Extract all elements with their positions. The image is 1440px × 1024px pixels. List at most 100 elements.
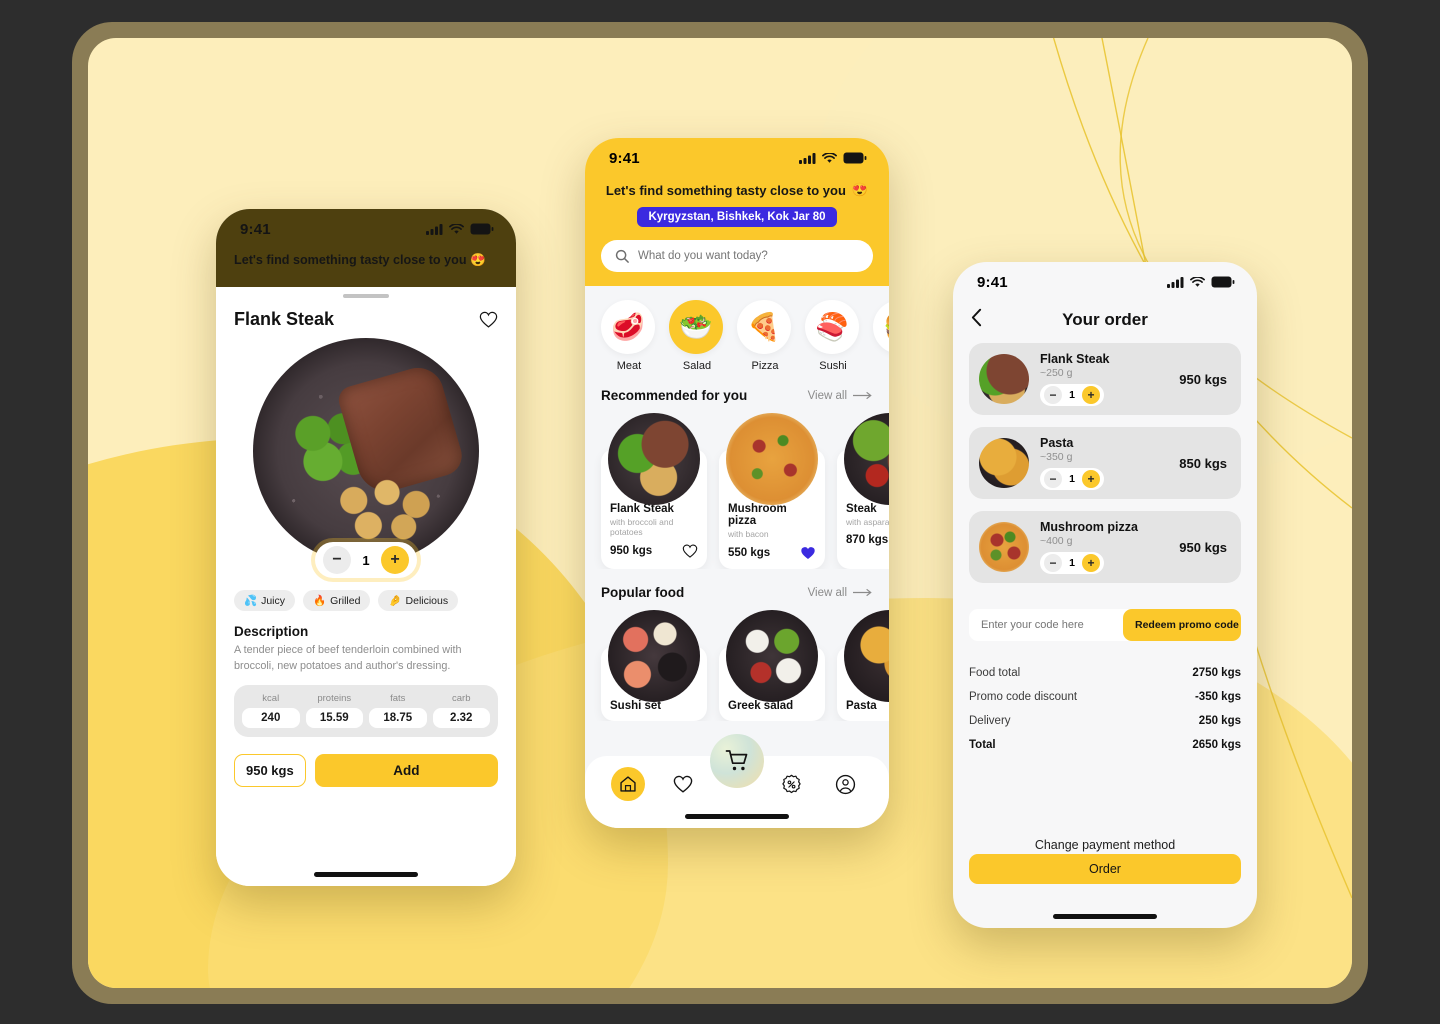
- category-label: Sushi: [819, 360, 847, 372]
- cart-fab-button[interactable]: [710, 734, 764, 788]
- greeting-label: Let's find something tasty close to you: [605, 182, 846, 198]
- pinched-fingers-emoji-icon: 🤌: [388, 595, 402, 607]
- greeting-label: Let's find something tasty close to you: [234, 253, 467, 267]
- increment-button[interactable]: +: [1082, 470, 1100, 488]
- summary-label: Promo code discount: [969, 691, 1078, 703]
- status-bar: 9:41: [585, 138, 889, 178]
- cart-icon: [725, 750, 747, 771]
- order-item-name: Mushroom pizza: [1040, 520, 1138, 534]
- nutrition-value: 15.59: [305, 708, 363, 729]
- recommended-header: Recommended for you View all: [585, 372, 889, 403]
- view-all-popular[interactable]: View all: [808, 587, 873, 599]
- category-meat[interactable]: 🥩 Meat: [601, 300, 657, 372]
- decrement-button[interactable]: −: [1044, 554, 1062, 572]
- summary-value: -350 kgs: [1194, 691, 1241, 703]
- nutrition-label: carb: [452, 693, 471, 705]
- order-button[interactable]: Order: [969, 854, 1241, 884]
- quantity-value: 1: [362, 552, 370, 568]
- tag-grilled[interactable]: 🔥 Grilled: [303, 590, 371, 611]
- search-input[interactable]: [638, 250, 859, 262]
- status-icons: [1167, 276, 1235, 288]
- attribute-tags: 💦 Juicy 🔥 Grilled 🤌 Delicious: [216, 578, 516, 611]
- food-card[interactable]: Pasta: [837, 610, 889, 721]
- phone-order: 9:41 Your order Flank Steak ~250 g − 1 +…: [953, 262, 1257, 928]
- greeting-text: Let's find something tasty close to you …: [216, 249, 516, 268]
- order-item-weight: ~350 g: [1040, 451, 1073, 463]
- order-header: Your order: [953, 302, 1257, 331]
- nav-profile-button[interactable]: [829, 767, 863, 801]
- food-subtitle: with broccoli and potatoes: [610, 517, 674, 537]
- view-all-label: View all: [807, 389, 847, 402]
- view-all-recommended[interactable]: View all: [808, 390, 873, 402]
- food-image: [608, 413, 700, 505]
- arrow-right-icon: [853, 588, 872, 597]
- change-payment-link[interactable]: Change payment method: [953, 838, 1257, 852]
- tag-juicy[interactable]: 💦 Juicy: [234, 590, 296, 611]
- home-indicator: [314, 872, 418, 877]
- cellular-bars-icon: [426, 223, 443, 235]
- heart-filled-icon[interactable]: [800, 546, 816, 560]
- status-bar: 9:41: [953, 262, 1257, 302]
- decrement-button[interactable]: −: [1044, 386, 1062, 404]
- search-icon: [615, 249, 629, 263]
- redeem-promo-button[interactable]: Redeem promo code: [1123, 609, 1241, 641]
- back-button[interactable]: [971, 308, 982, 331]
- food-card-footer: 950 kgs: [610, 544, 698, 558]
- discount-percent-icon: [782, 774, 801, 793]
- add-button[interactable]: Add: [314, 754, 498, 788]
- food-card[interactable]: Flank Steak with broccoli and potatoes 9…: [601, 413, 707, 569]
- heart-outline-icon[interactable]: [682, 544, 698, 558]
- category-pizza[interactable]: 🍕 Pizza: [737, 300, 793, 372]
- product-sheet: Flank Steak − 1 + 💦 Juicy 🔥 Grilled 🤌 De…: [216, 287, 516, 886]
- order-item-row: Pasta ~350 g − 1 + 850 kgs: [969, 427, 1241, 499]
- food-price: 870 kgs: [846, 534, 889, 546]
- description-text: A tender piece of beef tenderloin combin…: [234, 644, 462, 672]
- nav-discounts-button[interactable]: [774, 767, 808, 801]
- order-item-info: Flank Steak ~250 g − 1 +: [1040, 352, 1168, 406]
- category-list[interactable]: 🥩 Meat 🥗 Salad 🍕 Pizza 🍣 Sushi 🍔: [585, 286, 889, 372]
- food-card[interactable]: Mushroom pizza with bacon 550 kgs: [719, 413, 825, 569]
- location-badge[interactable]: Kyrgyzstan, Bishkek, Kok Jar 80: [637, 207, 837, 227]
- order-item-price: 850 kgs: [1179, 455, 1227, 471]
- summary-value: 2750 kgs: [1192, 667, 1241, 679]
- cellular-bars-icon: [1167, 276, 1184, 288]
- quantity-stepper: − 1 +: [315, 542, 417, 578]
- page-title: Your order: [1062, 309, 1148, 329]
- promo-code-input[interactable]: [981, 619, 1123, 631]
- increment-button[interactable]: +: [1082, 554, 1100, 572]
- status-bar: 9:41: [216, 209, 516, 249]
- summary-row-total: Total 2650 kgs: [969, 733, 1241, 757]
- order-item-row: Mushroom pizza ~400 g − 1 + 950 kgs: [969, 511, 1241, 583]
- heart-outline-icon[interactable]: [479, 311, 498, 328]
- search-bar[interactable]: [601, 240, 873, 272]
- category-salad[interactable]: 🥗 Salad: [669, 300, 725, 372]
- order-item-price: 950 kgs: [1179, 371, 1227, 387]
- order-item-image: [979, 354, 1029, 404]
- droplets-emoji-icon: 💦: [244, 595, 258, 607]
- food-card[interactable]: Greek salad: [719, 610, 825, 721]
- food-image: [844, 610, 889, 702]
- decrement-button[interactable]: −: [1044, 470, 1062, 488]
- food-card[interactable]: Steak with asparagus 870 kgs: [837, 413, 889, 569]
- nutrition-value: 18.75: [369, 708, 427, 729]
- quantity-stepper: − 1 +: [1040, 552, 1104, 574]
- decrement-button[interactable]: −: [323, 546, 351, 574]
- plate-graphic: [253, 338, 479, 564]
- product-image: − 1 +: [216, 336, 516, 578]
- nutrition-kcal: kcal 240: [242, 693, 300, 729]
- nutrition-fats: fats 18.75: [369, 693, 427, 729]
- category-label: Salad: [682, 360, 712, 372]
- fire-emoji-icon: 🔥: [313, 595, 327, 607]
- nav-favorites-button[interactable]: [666, 767, 700, 801]
- category-label: Meat: [616, 360, 642, 372]
- category-sushi[interactable]: 🍣 Sushi: [805, 300, 861, 372]
- nav-home-button[interactable]: [611, 767, 646, 801]
- food-card[interactable]: Sushi set: [601, 610, 707, 721]
- tag-delicious[interactable]: 🤌 Delicious: [378, 590, 459, 611]
- order-item-name: Pasta: [1040, 436, 1074, 450]
- category-burger[interactable]: 🍔 B: [873, 300, 889, 372]
- nutrition-table: kcal 240 proteins 15.59 fats 18.75 carb …: [234, 685, 498, 738]
- increment-button[interactable]: +: [381, 546, 409, 574]
- promo-code-row: Redeem promo code: [969, 609, 1241, 641]
- increment-button[interactable]: +: [1082, 386, 1100, 404]
